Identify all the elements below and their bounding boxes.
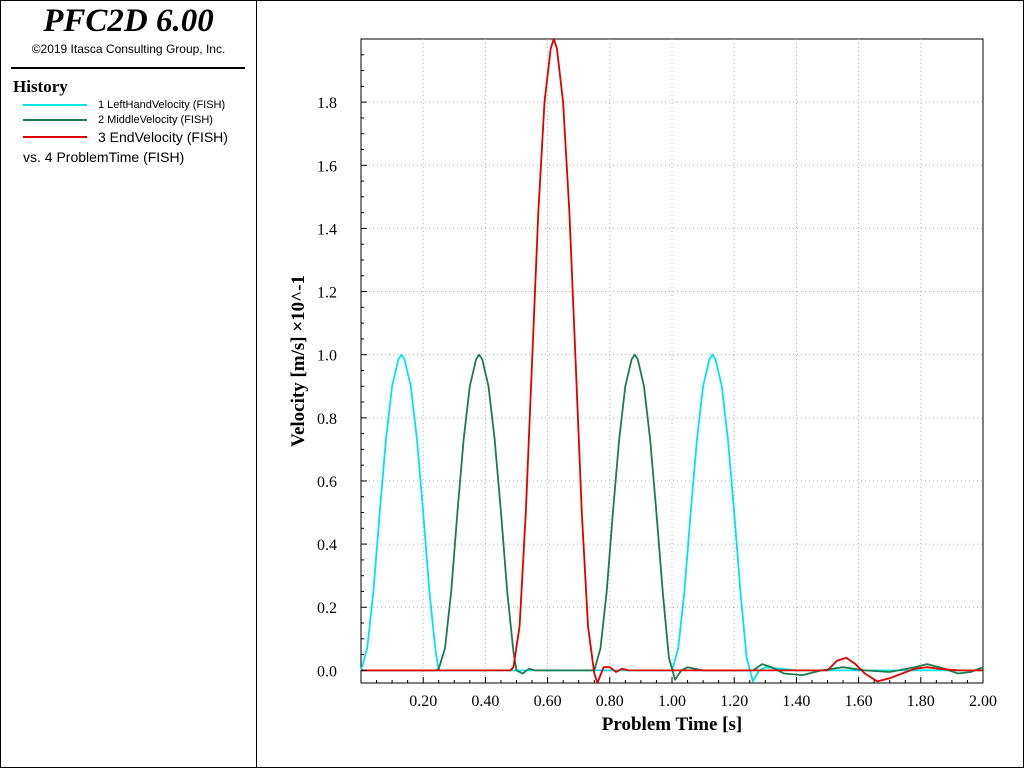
chart: 0.20 0.40 0.60 0.80 1.00 1.20 1.40 1.60 1.80 2.00…	[288, 38, 997, 735]
x-tick-label: 2.00	[969, 693, 997, 710]
y-tick-label: 0.0	[317, 663, 337, 680]
x-tick-label: 0.40	[471, 693, 499, 710]
y-tick-label: 1.2	[317, 285, 337, 302]
copyright-notice: ©2019 Itasca Consulting Group, Inc.	[31, 42, 226, 56]
app-title: PFC2D 6.00	[43, 3, 214, 39]
legend-swatch-middle	[23, 119, 87, 121]
history-heading: History	[13, 77, 68, 96]
x-tick-label: 0.20	[409, 693, 437, 710]
legend-label-lefthand: 1 LeftHandVelocity (FISH)	[98, 99, 226, 111]
y-axis-title: Velocity [m/s] ×10^-1	[288, 275, 309, 447]
y-tick-label: 0.6	[317, 474, 337, 491]
legend-swatch-end	[23, 136, 87, 138]
y-tick-label: 0.2	[317, 600, 337, 617]
legend-panel: PFC2D 6.00 ©2019 Itasca Consulting Group…	[1, 1, 257, 767]
x-axis-title: Problem Time [s]	[602, 714, 742, 735]
y-tick-label: 1.4	[317, 221, 337, 238]
x-tick-label: 0.80	[596, 693, 624, 710]
y-tick-label: 1.0	[317, 348, 337, 365]
x-tick-label: 1.60	[845, 693, 873, 710]
y-tick-label: 1.8	[317, 95, 337, 112]
legend-label-end: 3 EndVelocity (FISH)	[98, 129, 228, 145]
x-tick-label: 0.60	[534, 693, 562, 710]
legend-label-middle: 2 MiddleVelocity (FISH)	[98, 114, 213, 126]
legend-x-variable: vs. 4 ProblemTime (FISH)	[23, 149, 185, 165]
x-tick-label: 1.20	[720, 693, 748, 710]
title-divider	[11, 67, 245, 69]
x-tick-label: 1.40	[782, 693, 810, 710]
y-tick-label: 0.4	[317, 537, 337, 554]
x-tick-label: 1.80	[907, 693, 935, 710]
y-tick-label: 0.8	[317, 411, 337, 428]
window-frame: PFC2D 6.00 ©2019 Itasca Consulting Group…	[0, 0, 1024, 768]
x-tick-label: 1.00	[658, 693, 686, 710]
legend-swatch-lefthand	[23, 104, 87, 106]
y-tick-label: 1.6	[317, 158, 337, 175]
